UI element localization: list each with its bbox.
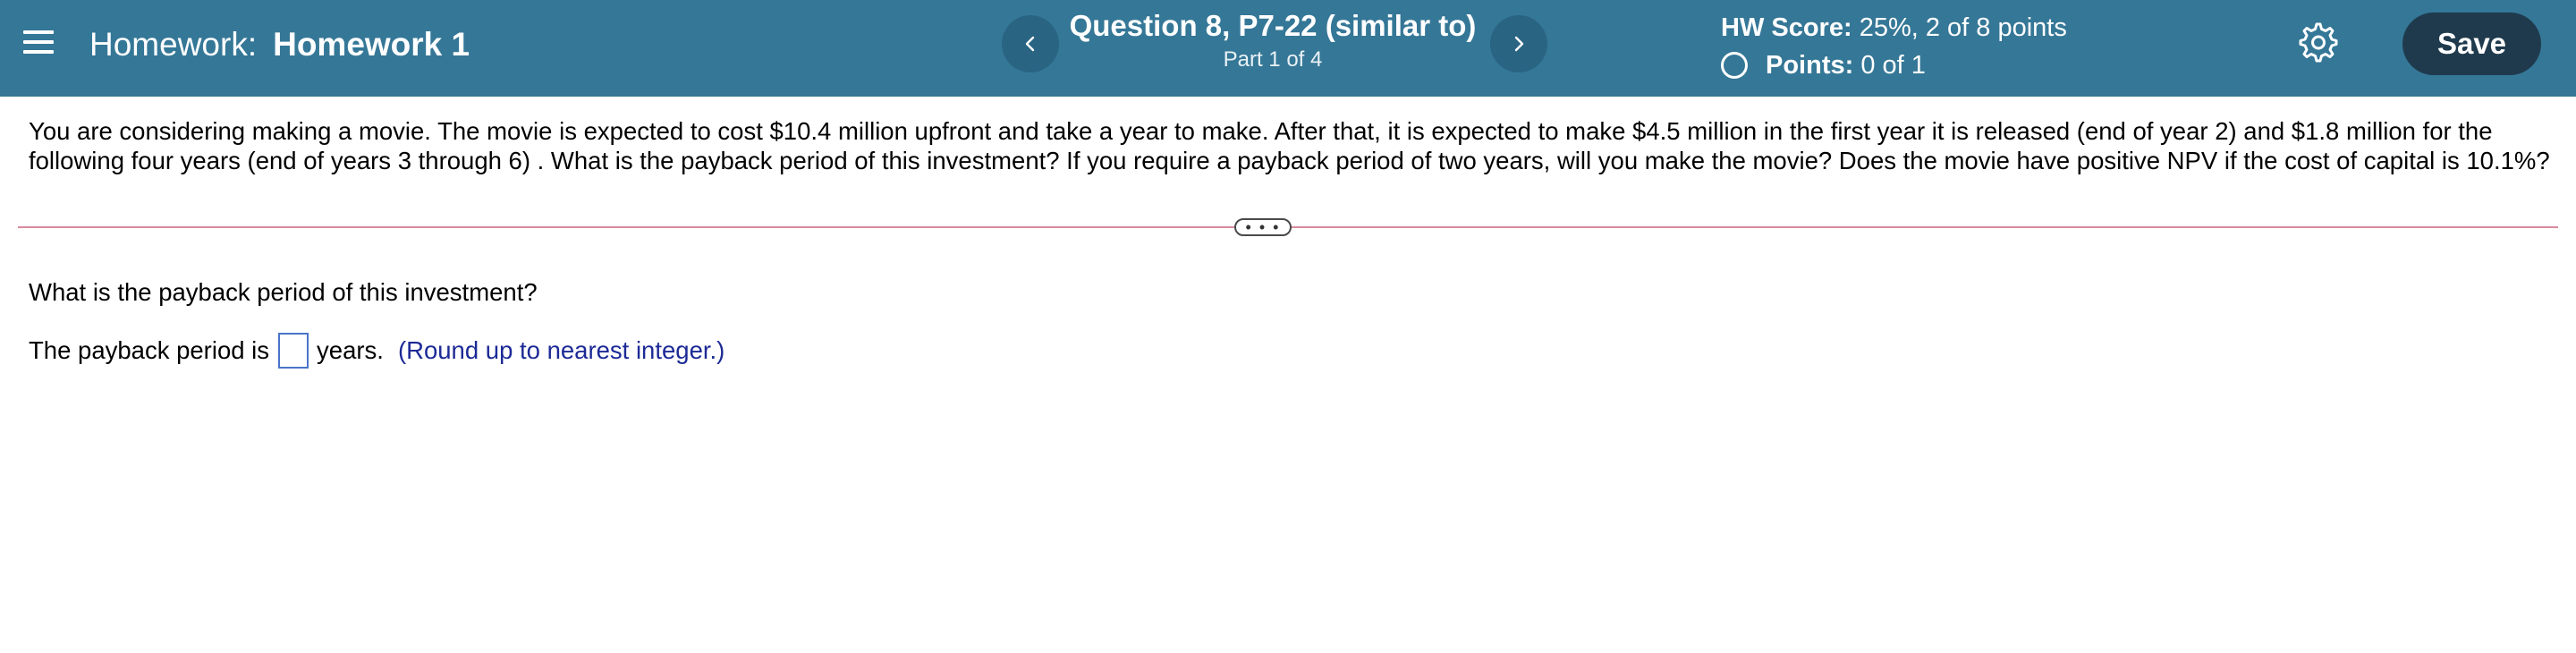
question-header: Question 8, P7-22 (similar to) Part 1 of…	[1029, 7, 1517, 75]
points-label: Points:	[1766, 51, 1854, 80]
points-value: 0 of 1	[1860, 51, 1926, 80]
question-part: Part 1 of 4	[1223, 47, 1323, 72]
hw-score-label: HW Score:	[1721, 13, 1852, 42]
points-row: Points: 0 of 1	[1721, 48, 2067, 82]
hamburger-menu-icon[interactable]	[23, 27, 54, 57]
payback-period-input[interactable]	[278, 333, 309, 369]
hw-score-value: 25%, 2 of 8 points	[1859, 13, 2067, 42]
problem-statement: You are considering making a movie. The …	[29, 117, 2550, 174]
expand-button[interactable]: • • •	[1234, 218, 1292, 236]
top-bar: Homework: Homework 1 Question 8, P7-22 (…	[0, 0, 2576, 97]
homework-title: Homework: Homework 1	[89, 0, 470, 89]
chevron-right-icon	[1514, 36, 1524, 52]
save-button[interactable]: Save	[2402, 13, 2541, 75]
score-block: HW Score: 25%, 2 of 8 points Points: 0 o…	[1721, 11, 2067, 82]
answer-row: The payback period is years. (Round up t…	[29, 331, 724, 370]
hw-score: HW Score: 25%, 2 of 8 points	[1721, 11, 2067, 45]
next-question-button[interactable]	[1490, 15, 1547, 72]
question-prompt: What is the payback period of this inves…	[29, 278, 538, 306]
empty-circle-icon	[1721, 52, 1748, 79]
gear-icon[interactable]	[2297, 21, 2340, 64]
homework-name: Homework 1	[273, 26, 470, 63]
question-title: Question 8, P7-22 (similar to)	[1069, 9, 1477, 42]
homework-label: Homework:	[89, 26, 258, 63]
answer-suffix: years.	[317, 336, 384, 364]
answer-prefix: The payback period is	[29, 336, 270, 364]
rounding-hint: (Round up to nearest integer.)	[397, 336, 725, 364]
